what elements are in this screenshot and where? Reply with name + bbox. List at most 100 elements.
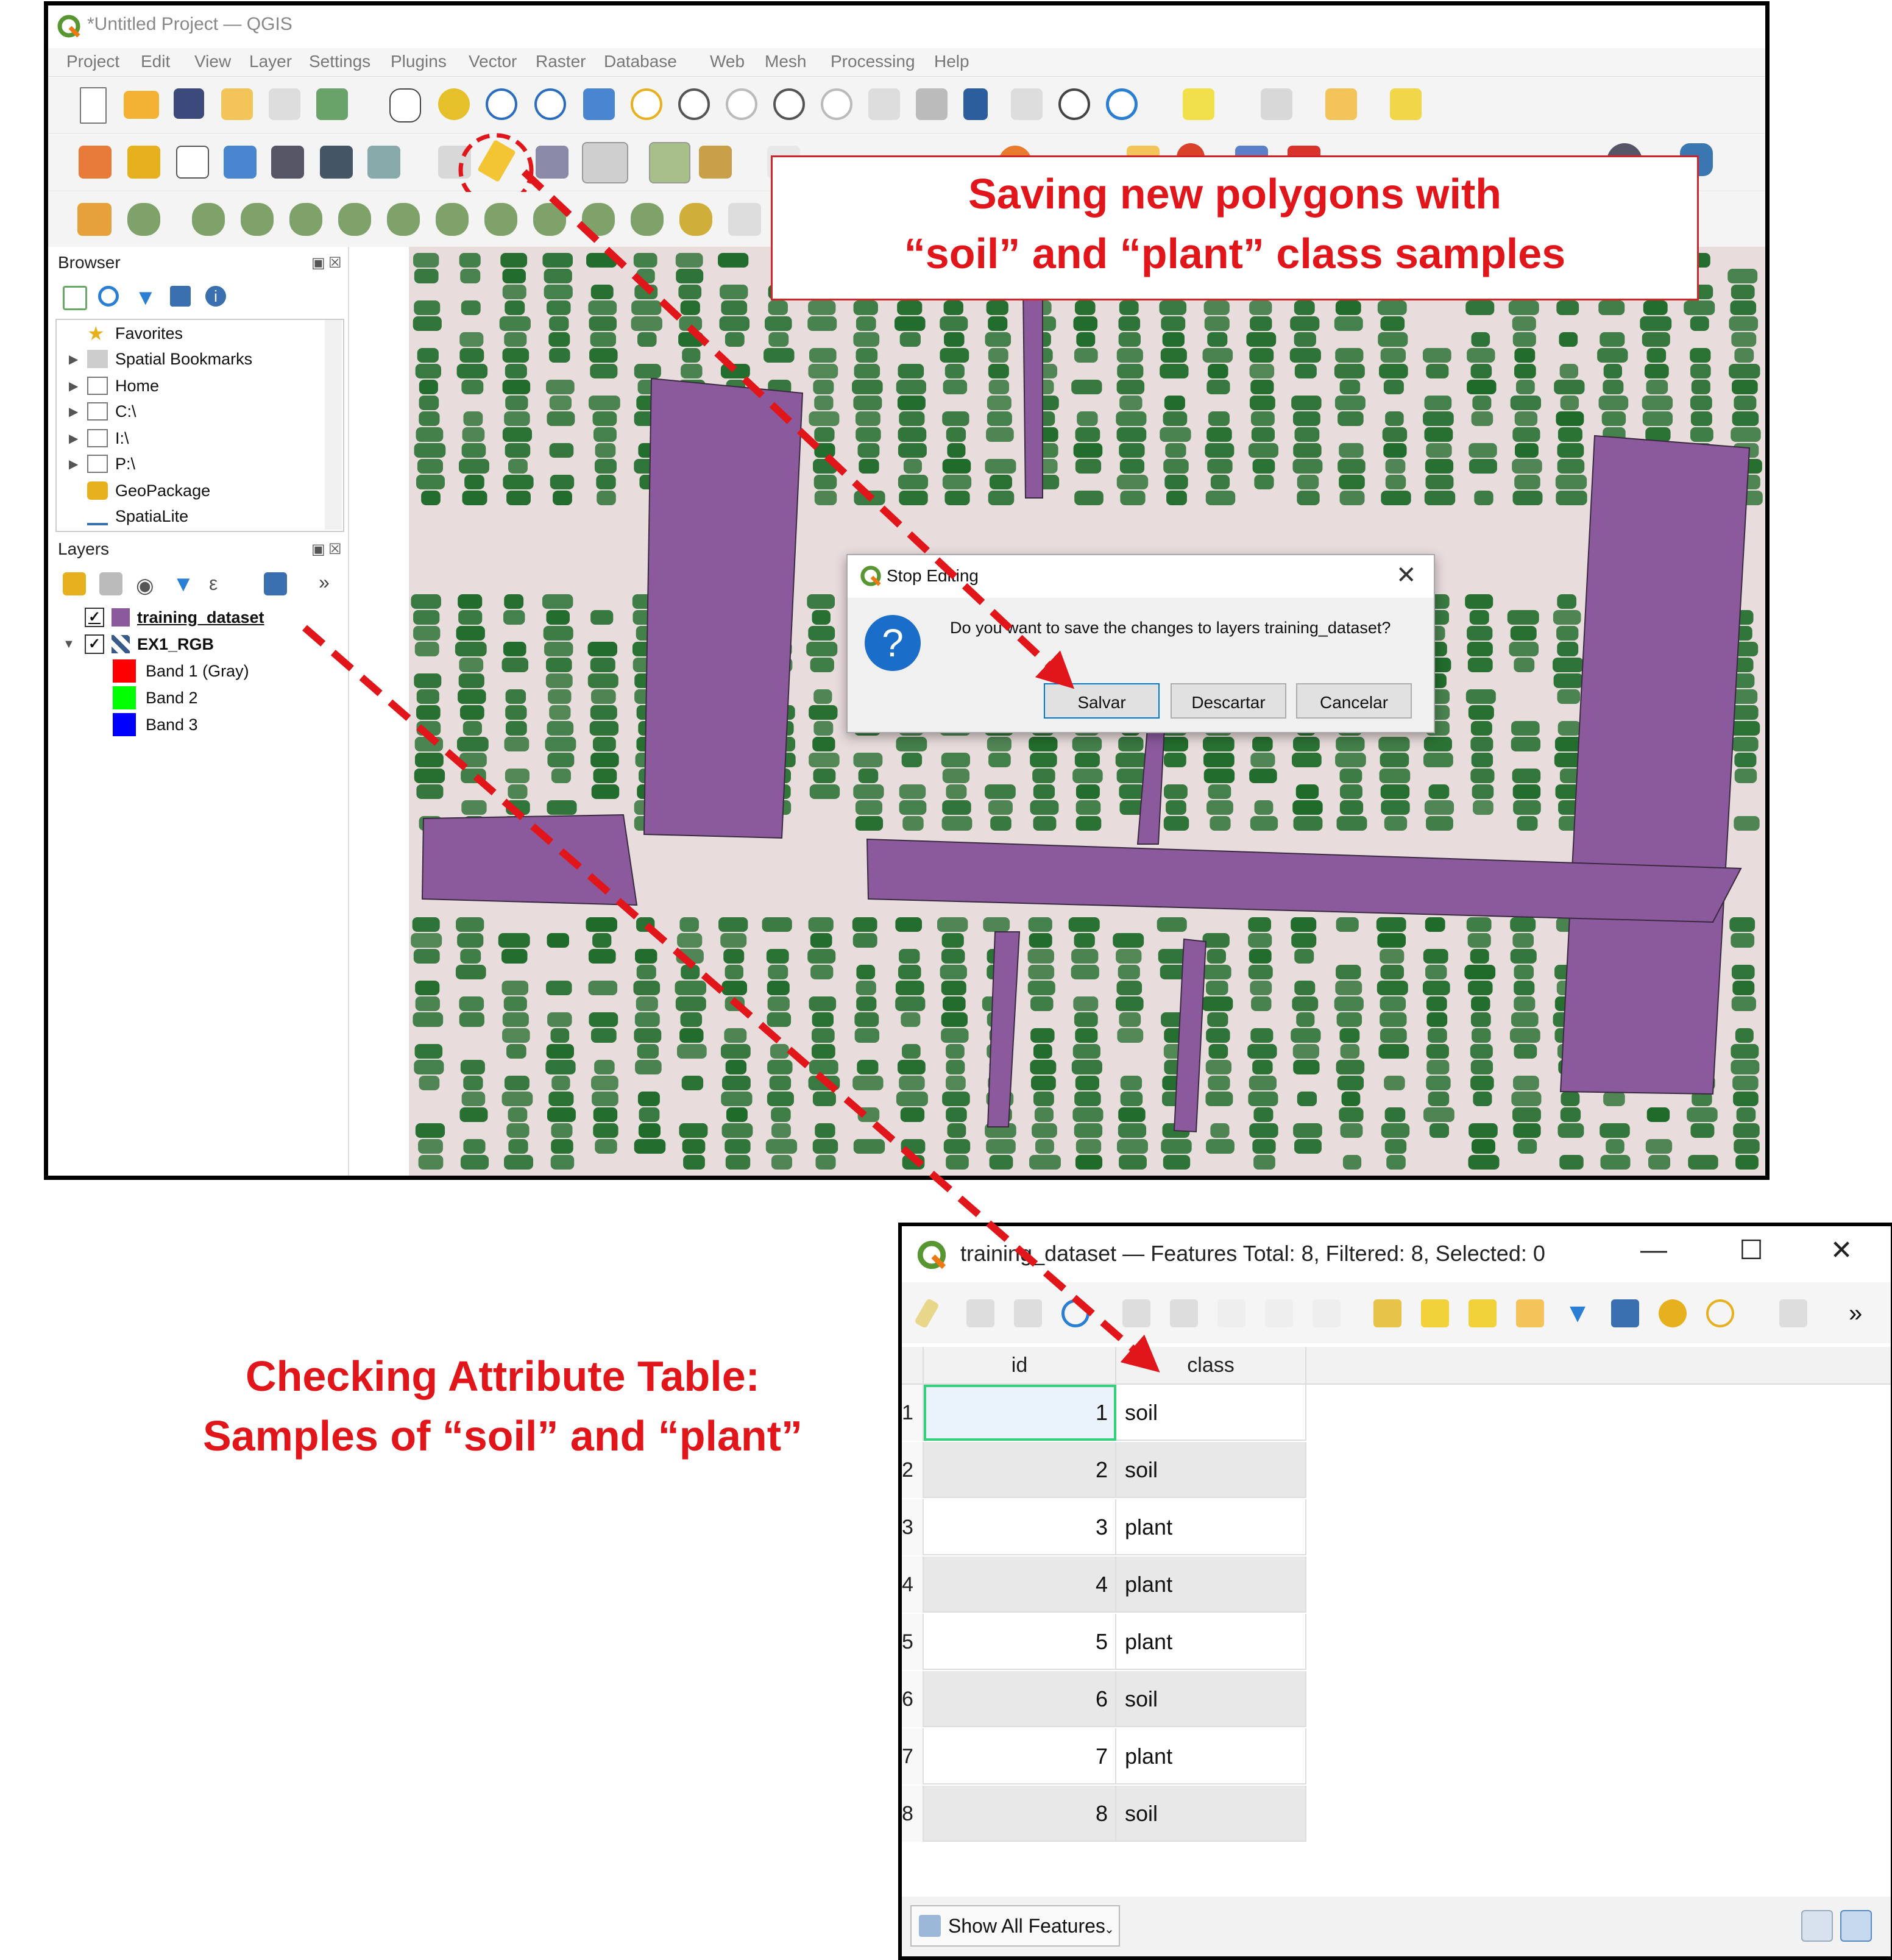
table-row[interactable]: 7 7 plant: [902, 1728, 1306, 1786]
add-virtual-layer-icon[interactable]: [320, 146, 353, 179]
more-tools-icon[interactable]: »: [1849, 1299, 1877, 1327]
select-all-icon[interactable]: [1421, 1299, 1449, 1327]
vertex-tool-icon[interactable]: [699, 146, 732, 179]
browser-item-geopackage[interactable]: GeoPackage: [69, 478, 210, 503]
show-all-features-dropdown[interactable]: Show All Features ⌄: [910, 1905, 1120, 1947]
add-group-icon[interactable]: [99, 572, 122, 595]
advanced-digitizing-icon[interactable]: [77, 203, 112, 236]
cell-class[interactable]: plant: [1116, 1557, 1306, 1613]
deselect-features-icon[interactable]: [1325, 88, 1357, 120]
cell-class[interactable]: soil: [1116, 1442, 1306, 1498]
select-features-icon[interactable]: [1183, 88, 1214, 120]
open-layer-styling-icon[interactable]: [63, 572, 86, 595]
rotate-feature-icon[interactable]: [192, 203, 225, 236]
save-button[interactable]: Salvar: [1044, 683, 1160, 719]
menu-settings[interactable]: Settings: [309, 52, 370, 71]
cell-class[interactable]: plant: [1116, 1728, 1306, 1784]
browser-item-home[interactable]: ▶ Home: [69, 374, 159, 398]
table-row[interactable]: 6 6 soil: [902, 1671, 1306, 1728]
pan-to-selection-icon[interactable]: [438, 88, 470, 120]
menu-help[interactable]: Help: [934, 52, 969, 71]
add-wms-layer-icon[interactable]: [367, 146, 400, 179]
browser-refresh-icon[interactable]: [98, 286, 119, 307]
cell-id[interactable]: 2: [924, 1442, 1116, 1498]
save-layer-edits-icon[interactable]: [536, 146, 569, 179]
save-project-icon[interactable]: [174, 88, 204, 119]
filter-browser-icon[interactable]: ▼: [135, 285, 157, 310]
dialog-close-icon[interactable]: ✕: [1396, 561, 1417, 589]
refresh-icon[interactable]: [1106, 88, 1138, 120]
zoom-in-icon[interactable]: [486, 88, 517, 120]
add-selected-layers-icon[interactable]: [63, 286, 87, 310]
manage-map-themes-icon[interactable]: ◉: [136, 573, 154, 598]
save-edits-icon[interactable]: [1014, 1299, 1042, 1327]
new-project-icon[interactable]: [80, 87, 107, 124]
menu-edit[interactable]: Edit: [141, 52, 170, 71]
layer-visibility-checkbox[interactable]: ✓: [85, 608, 104, 627]
paste-icon[interactable]: [1313, 1299, 1341, 1327]
add-part-icon[interactable]: [387, 203, 420, 236]
panel-splitter[interactable]: [348, 247, 410, 1176]
cell-id[interactable]: 7: [924, 1728, 1116, 1784]
identify-features-icon[interactable]: [1390, 88, 1422, 120]
reload-table-icon[interactable]: [1061, 1299, 1089, 1327]
browser-item-p-drive[interactable]: ▶ P:\: [69, 452, 135, 476]
menu-vector[interactable]: Vector: [469, 52, 517, 71]
open-attribute-table-toolbar-icon[interactable]: [1261, 88, 1292, 120]
toggle-editing-icon[interactable]: [913, 1298, 940, 1329]
table-row[interactable]: 3 3 plant: [902, 1499, 1306, 1557]
expand-all-icon[interactable]: [264, 572, 287, 595]
add-mesh-layer-icon[interactable]: [271, 146, 304, 179]
browser-item-spatial-bookmarks[interactable]: ▶ Spatial Bookmarks: [69, 347, 252, 371]
select-by-expression-icon[interactable]: [1373, 1299, 1401, 1327]
deselect-all-icon[interactable]: [1516, 1299, 1544, 1327]
scale-feature-icon[interactable]: [241, 203, 274, 236]
delete-part-icon[interactable]: [533, 203, 566, 236]
cell-id[interactable]: 3: [924, 1499, 1116, 1555]
table-row[interactable]: 8 8 soil: [902, 1786, 1306, 1843]
delete-feature-icon[interactable]: [1170, 1299, 1198, 1327]
filter-select-icon[interactable]: ▼: [1564, 1299, 1592, 1327]
menu-plugins[interactable]: Plugins: [391, 52, 447, 71]
column-header-id[interactable]: id: [924, 1347, 1116, 1385]
cell-class[interactable]: plant: [1116, 1614, 1306, 1670]
layer-training-dataset[interactable]: ✓ training_dataset: [85, 605, 264, 630]
add-raster-layer-icon[interactable]: [224, 146, 257, 179]
zoom-out-icon[interactable]: [534, 88, 566, 120]
data-source-manager-icon[interactable]: [79, 146, 112, 179]
menu-view[interactable]: View: [194, 52, 231, 71]
fill-ring-icon[interactable]: [436, 203, 469, 236]
menu-database[interactable]: Database: [604, 52, 677, 71]
table-row[interactable]: 4 4 plant: [902, 1557, 1306, 1614]
menu-web[interactable]: Web: [710, 52, 745, 71]
panel-float-icon[interactable]: ▣: [311, 541, 325, 558]
invert-selection-icon[interactable]: [1469, 1299, 1497, 1327]
simplify-feature-icon[interactable]: [289, 203, 322, 236]
delete-ring-icon[interactable]: [484, 203, 517, 236]
zoom-to-selected-icon[interactable]: [1706, 1299, 1734, 1327]
panel-close-icon[interactable]: ☒: [328, 254, 342, 272]
reverse-line-icon[interactable]: [679, 203, 712, 236]
browser-scrollbar[interactable]: [325, 320, 342, 530]
zoom-native-icon[interactable]: [726, 88, 757, 120]
layer-visibility-checkbox[interactable]: ✓: [85, 634, 104, 654]
browser-item-i-drive[interactable]: ▶ I:\: [69, 426, 129, 450]
new-map-view-icon[interactable]: [868, 88, 900, 120]
collapse-all-icon[interactable]: [170, 286, 191, 307]
new-field-icon[interactable]: [1779, 1299, 1807, 1327]
zoom-full-icon[interactable]: [583, 88, 615, 120]
menu-processing[interactable]: Processing: [831, 52, 915, 71]
pan-map-icon[interactable]: [389, 88, 421, 122]
more-tools-icon[interactable]: »: [319, 571, 330, 594]
reshape-features-icon[interactable]: [582, 203, 615, 236]
cell-class[interactable]: soil: [1116, 1385, 1306, 1441]
properties-info-icon[interactable]: i: [205, 286, 226, 307]
layer-ex1-rgb[interactable]: ▼ ✓ EX1_RGB: [63, 632, 214, 656]
open-project-icon[interactable]: [124, 91, 159, 119]
cell-id[interactable]: 5: [924, 1614, 1116, 1670]
close-button[interactable]: ✕: [1823, 1235, 1860, 1266]
browser-item-favorites[interactable]: ★ Favorites: [69, 321, 183, 346]
table-view-icon[interactable]: [1840, 1910, 1872, 1942]
zoom-to-layer-icon[interactable]: [678, 88, 710, 120]
filter-by-expression-icon[interactable]: ε: [209, 572, 218, 595]
